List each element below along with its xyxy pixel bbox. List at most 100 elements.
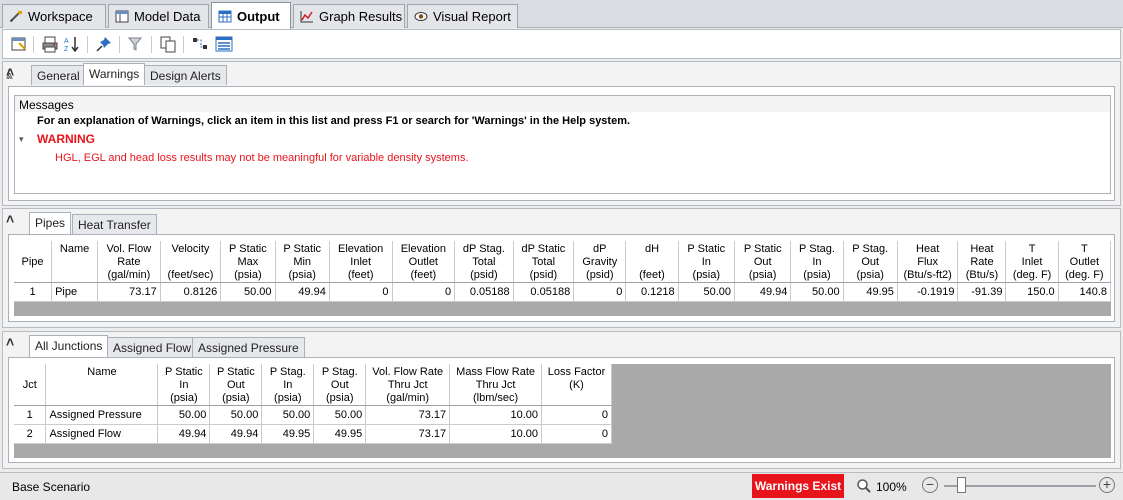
pipe-header-1[interactable]: Name — [51, 241, 99, 283]
table-row[interactable]: 1 Assigned Pressure 50.00 50.00 50.00 50.00 73… — [14, 405, 612, 425]
pipe-header-2[interactable]: Vol. Flow Rate (gal/min) — [97, 241, 161, 283]
pipe-cell[interactable]: 50.00 — [220, 282, 276, 302]
scenario-name[interactable]: Base Scenario — [12, 480, 90, 494]
junction-cell[interactable]: 50.00 — [313, 405, 367, 425]
pin-icon[interactable] — [95, 35, 113, 53]
warning-title[interactable]: WARNING — [37, 132, 95, 146]
pipe-header-10[interactable]: dP Gravity (psid) — [573, 241, 627, 283]
tab-all-junctions[interactable]: All Junctions — [29, 335, 109, 357]
pipe-header-13[interactable]: P Static Out (psia) — [734, 241, 792, 283]
zoom-in-button[interactable]: + — [1099, 477, 1115, 493]
junction-cell[interactable]: 0 — [541, 405, 612, 425]
pipe-cell[interactable]: 49.95 — [843, 282, 898, 302]
junction-cell[interactable]: 73.17 — [365, 405, 451, 425]
warnings-exist-badge[interactable]: Warnings Exist — [752, 474, 844, 498]
junction-cell[interactable]: 2 — [14, 424, 47, 444]
pipe-header-17[interactable]: Heat Rate (Btu/s) — [957, 241, 1007, 283]
pipe-header-6[interactable]: Elevation Inlet (feet) — [329, 241, 393, 283]
junction-cell[interactable]: 49.95 — [313, 424, 367, 444]
junction-cell[interactable]: Assigned Flow — [45, 424, 159, 444]
junction-cell[interactable]: 49.94 — [157, 424, 211, 444]
filter-icon[interactable] — [127, 35, 145, 53]
junction-header-1[interactable]: Name — [45, 364, 159, 406]
zoom-slider-thumb[interactable] — [957, 477, 966, 493]
warning-message[interactable]: HGL, EGL and head loss results may not b… — [55, 152, 469, 164]
pipe-header-4[interactable]: P Static Max (psia) — [220, 241, 276, 283]
junction-cell[interactable]: 50.00 — [157, 405, 211, 425]
junction-header-8[interactable]: Loss Factor (K) — [541, 364, 612, 406]
junction-header-7[interactable]: Mass Flow Rate Thru Jct (lbm/sec) — [449, 364, 543, 406]
pipe-cell[interactable]: 150.0 — [1005, 282, 1059, 302]
pipe-cell[interactable]: 0.1218 — [625, 282, 679, 302]
chevron-up-icon[interactable]: ˄ — [6, 64, 14, 80]
pipe-header-0[interactable]: Pipe — [14, 241, 53, 283]
pipe-cell[interactable]: 0 — [573, 282, 627, 302]
tab-visual-report[interactable]: Visual Report — [407, 4, 518, 28]
pipe-cell[interactable]: 49.94 — [275, 282, 330, 302]
tab-workspace[interactable]: Workspace — [2, 4, 106, 28]
pipe-header-16[interactable]: Heat Flux (Btu/s-ft2) — [897, 241, 959, 283]
table-row[interactable]: 2 Assigned Flow 49.94 49.94 49.95 49.95 73.17 1… — [14, 424, 612, 444]
pipe-cell[interactable]: 0.05188 — [454, 282, 514, 302]
pipe-header-5[interactable]: P Static Min (psia) — [275, 241, 330, 283]
pipe-cell[interactable]: Pipe — [51, 282, 99, 302]
tab-general[interactable]: General — [31, 65, 86, 85]
pipe-cell[interactable]: 0.8126 — [160, 282, 222, 302]
zoom-out-button[interactable]: − — [922, 477, 938, 493]
list-icon[interactable] — [215, 35, 233, 53]
tab-model-data[interactable]: Model Data — [108, 4, 209, 28]
print-icon[interactable] — [41, 35, 59, 53]
pipe-header-8[interactable]: dP Stag. Total (psid) — [454, 241, 514, 283]
junction-header-4[interactable]: P Stag. In (psia) — [261, 364, 315, 406]
pipe-header-19[interactable]: T Outlet (deg. F) — [1058, 241, 1112, 283]
pipe-header-12[interactable]: P Static In (psia) — [678, 241, 735, 283]
pipe-header-7[interactable]: Elevation Outlet (feet) — [392, 241, 456, 283]
copy-icon[interactable] — [159, 35, 177, 53]
junction-cell[interactable]: 0 — [541, 424, 612, 444]
junction-cell[interactable]: 50.00 — [209, 405, 263, 425]
chevron-up-icon[interactable]: ˄ — [6, 334, 14, 350]
tab-output[interactable]: Output — [211, 2, 291, 29]
zoom-magnifier-icon[interactable] — [856, 478, 872, 497]
tab-warnings[interactable]: Warnings — [83, 63, 146, 85]
tab-heat-transfer[interactable]: Heat Transfer — [72, 214, 157, 234]
tab-graph-results[interactable]: Graph Results — [293, 4, 405, 28]
pipe-cell[interactable]: 50.00 — [790, 282, 844, 302]
pipe-header-3[interactable]: Velocity (feet/sec) — [160, 241, 222, 283]
junction-header-0[interactable]: Jct — [14, 364, 47, 406]
customize-icon[interactable] — [10, 35, 28, 53]
zoom-slider-track[interactable] — [944, 485, 1096, 487]
tab-design-alerts[interactable]: Design Alerts — [144, 65, 227, 85]
pipe-cell[interactable]: 1 — [14, 282, 53, 302]
pipe-cell[interactable]: 0 — [329, 282, 393, 302]
pipe-cell[interactable]: -0.1919 — [897, 282, 959, 302]
junction-cell[interactable]: 50.00 — [261, 405, 315, 425]
pipe-header-15[interactable]: P Stag. Out (psia) — [843, 241, 898, 283]
junction-cell[interactable]: 10.00 — [449, 424, 543, 444]
tab-pipes[interactable]: Pipes — [29, 212, 72, 234]
expand-arrow-icon[interactable]: ▾ — [19, 134, 24, 145]
pipe-cell[interactable]: 140.8 — [1058, 282, 1112, 302]
junction-cell[interactable]: Assigned Pressure — [45, 405, 159, 425]
pipe-header-9[interactable]: dP Static Total (psid) — [513, 241, 575, 283]
pipe-header-11[interactable]: dH (feet) — [625, 241, 679, 283]
junction-header-2[interactable]: P Static In (psia) — [157, 364, 211, 406]
pipe-cell[interactable]: 0.05188 — [513, 282, 575, 302]
junction-cell[interactable]: 49.94 — [209, 424, 263, 444]
pipe-cell[interactable]: 0 — [392, 282, 456, 302]
pipe-cell[interactable]: 49.94 — [734, 282, 792, 302]
junction-header-6[interactable]: Vol. Flow Rate Thru Jct (gal/min) — [365, 364, 451, 406]
junction-cell[interactable]: 49.95 — [261, 424, 315, 444]
pipe-header-18[interactable]: T Inlet (deg. F) — [1005, 241, 1059, 283]
pipe-cell[interactable]: -91.39 — [957, 282, 1007, 302]
junction-header-5[interactable]: P Stag. Out (psia) — [313, 364, 367, 406]
tab-assigned-pressure[interactable]: Assigned Pressure — [192, 337, 305, 357]
junction-cell[interactable]: 1 — [14, 405, 47, 425]
pipe-cell[interactable]: 73.17 — [97, 282, 161, 302]
junction-cell[interactable]: 73.17 — [365, 424, 451, 444]
sort-icon[interactable]: AZ — [63, 35, 81, 53]
chevron-up-icon[interactable]: ˄ — [6, 211, 14, 227]
diagram-icon[interactable] — [191, 35, 209, 53]
junction-cell[interactable]: 10.00 — [449, 405, 543, 425]
table-row[interactable]: 1 Pipe 73.17 0.8126 50.00 49.94 0 0 0.05188 0.051… — [14, 282, 1112, 302]
